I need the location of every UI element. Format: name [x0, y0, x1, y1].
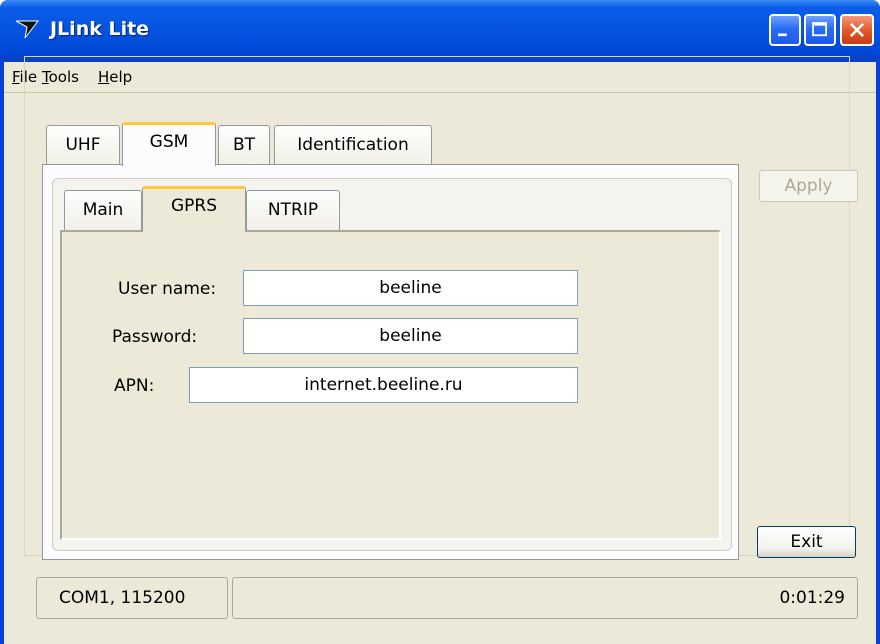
title-bar[interactable]: JLink Lite: [0, 0, 880, 62]
subtab-ntrip-label: NTRIP: [267, 200, 319, 220]
close-icon: [849, 22, 865, 38]
apply-button[interactable]: Apply: [759, 170, 858, 202]
tab-identification[interactable]: Identification: [274, 125, 432, 165]
window-title: JLink Lite: [50, 18, 150, 40]
app-logo-icon: [15, 20, 40, 39]
apn-label: APN:: [114, 376, 155, 396]
subtab-gprs[interactable]: GPRS: [142, 186, 246, 232]
subtab-gprs-label: GPRS: [170, 196, 218, 216]
subtab-ntrip[interactable]: NTRIP: [246, 190, 340, 230]
exit-button[interactable]: Exit: [757, 526, 856, 558]
tab-gsm[interactable]: GSM: [122, 122, 216, 166]
maximize-button[interactable]: [804, 14, 836, 46]
password-field[interactable]: beeline: [243, 318, 578, 354]
apn-field[interactable]: internet.beeline.ru: [189, 367, 578, 403]
tab-bt-label: BT: [232, 135, 256, 155]
status-elapsed: 0:01:29: [779, 588, 845, 608]
maximize-icon: [812, 22, 827, 37]
tab-bt[interactable]: BT: [218, 125, 270, 165]
tab-uhf[interactable]: UHF: [46, 125, 120, 165]
status-port: COM1, 115200: [36, 577, 228, 619]
tab-identification-label: Identification: [297, 135, 409, 155]
username-field[interactable]: beeline: [243, 270, 578, 306]
minimize-icon: [778, 33, 787, 37]
minimize-button[interactable]: [769, 14, 801, 46]
tab-uhf-label: UHF: [65, 135, 101, 155]
close-button[interactable]: [840, 14, 874, 46]
tab-gsm-label: GSM: [149, 132, 189, 152]
status-pane-main: 0:01:29: [232, 577, 858, 619]
subtab-main-label: Main: [82, 200, 124, 220]
username-label: User name:: [118, 279, 217, 299]
menu-file-mnemonic: F: [12, 68, 20, 86]
subtab-main[interactable]: Main: [64, 190, 142, 230]
password-label: Password:: [112, 327, 198, 347]
